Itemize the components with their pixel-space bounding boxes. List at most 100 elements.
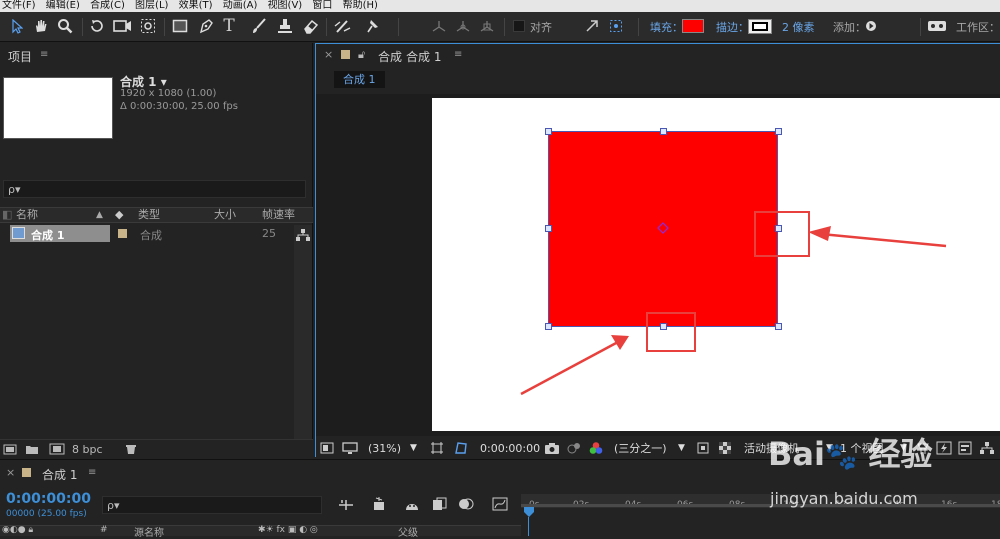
composition-icon bbox=[12, 227, 25, 239]
brush-tool-icon[interactable] bbox=[250, 16, 268, 36]
comp-panel-menu-icon[interactable]: ≡ bbox=[454, 49, 464, 60]
project-tab-label[interactable]: 项目 bbox=[8, 48, 32, 65]
menu-help[interactable]: 帮助(H) bbox=[343, 1, 378, 12]
rectangle-tool-icon[interactable] bbox=[170, 16, 190, 36]
menu-window[interactable]: 窗口 bbox=[312, 1, 332, 12]
new-composition-icon[interactable] bbox=[48, 442, 66, 456]
pen-tool-icon[interactable] bbox=[196, 16, 216, 36]
col-size-header[interactable]: 大小 bbox=[214, 208, 236, 222]
menu-animation[interactable]: 动画(A) bbox=[223, 1, 258, 12]
menu-layer[interactable]: 图层(L) bbox=[135, 1, 168, 12]
frame-blending-icon[interactable] bbox=[432, 497, 448, 514]
zoom-dropdown-icon[interactable]: ▼ bbox=[410, 440, 417, 456]
composition-panel: × 🔓︎ 合成 合成 1 ≡ 合成 1 (31%) ▼ 0:00:00:00 (… bbox=[315, 43, 1000, 458]
timeline-menu-icon[interactable]: ≡ bbox=[88, 467, 98, 478]
workspace-label[interactable]: 工作区： bbox=[956, 19, 1000, 35]
snap-arrow-icon[interactable] bbox=[584, 16, 600, 36]
always-preview-icon[interactable] bbox=[320, 440, 334, 456]
new-folder-icon[interactable] bbox=[24, 442, 40, 456]
close-panel-icon[interactable]: × bbox=[324, 48, 333, 61]
stroke-width-value[interactable]: 2 像素 bbox=[782, 19, 815, 35]
shy-layers-icon[interactable] bbox=[404, 498, 420, 515]
roto-brush-tool-icon[interactable] bbox=[332, 16, 354, 36]
pan-behind-tool-icon[interactable] bbox=[138, 16, 158, 36]
transparency-grid-icon[interactable] bbox=[718, 440, 732, 456]
text-tool-icon[interactable]: T bbox=[220, 16, 238, 36]
axis-local-icon[interactable] bbox=[430, 16, 448, 36]
bbox-handle-top-right[interactable] bbox=[775, 128, 782, 135]
menu-edit[interactable]: 编辑(E) bbox=[46, 1, 80, 12]
resolution-dropdown[interactable]: (三分之一) bbox=[614, 440, 667, 456]
stroke-color-swatch[interactable] bbox=[748, 19, 772, 34]
comp-mini-flowchart-icon[interactable] bbox=[338, 498, 354, 515]
composition-viewer[interactable] bbox=[316, 94, 1000, 439]
col-name-header[interactable]: 名称 bbox=[16, 208, 38, 222]
align-checkbox[interactable] bbox=[512, 16, 526, 36]
comp-timecode[interactable]: 0:00:00:00 bbox=[480, 440, 540, 456]
grid-guides-icon[interactable] bbox=[430, 440, 444, 456]
col-type-header[interactable]: 类型 bbox=[138, 208, 160, 222]
parent-header[interactable]: 父级 bbox=[398, 524, 418, 539]
project-scrollbar[interactable] bbox=[294, 225, 312, 441]
comp-tab-name[interactable]: 合成 1 bbox=[406, 48, 441, 65]
comp-color-swatch bbox=[341, 50, 350, 59]
interpret-footage-icon[interactable] bbox=[2, 442, 18, 456]
snap-target-icon[interactable] bbox=[608, 16, 624, 36]
fill-color-swatch[interactable] bbox=[682, 19, 704, 33]
sort-arrow-icon[interactable]: ▲ bbox=[96, 208, 103, 222]
comp-resolution-text: 1920 x 1080 (1.00) bbox=[120, 88, 217, 99]
show-snapshot-icon[interactable] bbox=[566, 440, 582, 456]
menu-view[interactable]: 视图(V) bbox=[268, 1, 303, 12]
source-name-header[interactable]: 源名称 bbox=[134, 524, 164, 539]
project-panel: 项目 ≡ 合成 1 ▾ 1920 x 1080 (1.00) Δ 0:00:30… bbox=[0, 43, 313, 457]
clone-stamp-tool-icon[interactable] bbox=[276, 16, 294, 36]
col-fps-header[interactable]: 帧速率 bbox=[262, 208, 295, 222]
timeline-timecode[interactable]: 0:00:00:00 bbox=[6, 491, 91, 507]
trash-icon[interactable] bbox=[124, 442, 138, 456]
project-search-input[interactable]: ρ▾ bbox=[3, 180, 306, 198]
comp-subtab[interactable]: 合成 1 bbox=[334, 71, 385, 88]
menu-file[interactable]: 文件(F) bbox=[2, 1, 36, 12]
comp-tab-label[interactable]: 合成 bbox=[378, 48, 402, 65]
axis-view-icon[interactable] bbox=[478, 16, 496, 36]
region-of-interest-icon[interactable] bbox=[696, 440, 710, 456]
row-type: 合成 bbox=[140, 229, 162, 242]
camera-tool-icon[interactable] bbox=[112, 16, 134, 36]
rotate-tool-icon[interactable] bbox=[88, 16, 106, 36]
draft-3d-icon[interactable] bbox=[370, 496, 388, 515]
axis-world-icon[interactable] bbox=[454, 16, 472, 36]
resolution-dropdown-icon[interactable]: ▼ bbox=[678, 440, 685, 456]
zoom-level[interactable]: (31%) bbox=[368, 440, 401, 456]
lock-icon[interactable]: 🔓︎ bbox=[358, 48, 365, 62]
mask-visibility-icon[interactable] bbox=[454, 440, 468, 456]
workspace-icon[interactable] bbox=[926, 16, 948, 36]
playhead-icon[interactable] bbox=[523, 506, 535, 520]
menu-effect[interactable]: 效果(T) bbox=[179, 1, 213, 12]
panel-menu-icon[interactable]: ≡ bbox=[40, 49, 50, 60]
table-row[interactable]: 合成 1 合成 25 bbox=[0, 225, 293, 242]
add-menu-icon[interactable] bbox=[864, 16, 878, 36]
bbox-handle-top[interactable] bbox=[660, 128, 667, 135]
baidu-logo: Bai🐾 经验 bbox=[768, 435, 933, 473]
fill-label: 填充： bbox=[650, 21, 683, 34]
graph-editor-icon[interactable] bbox=[492, 497, 508, 514]
puppet-pin-tool-icon[interactable] bbox=[362, 16, 384, 36]
hand-tool-icon[interactable] bbox=[32, 16, 50, 36]
motion-blur-icon[interactable] bbox=[458, 497, 474, 514]
timeline-search-input[interactable]: ρ▾ bbox=[102, 496, 322, 514]
align-label: 对齐 bbox=[530, 21, 552, 34]
selection-tool-icon[interactable] bbox=[8, 16, 26, 36]
label-color-swatch[interactable] bbox=[118, 229, 127, 238]
zoom-tool-icon[interactable] bbox=[56, 16, 74, 36]
color-channels-icon[interactable] bbox=[588, 440, 604, 456]
label-tag-icon[interactable]: ◆ bbox=[115, 208, 123, 222]
bpc-button[interactable]: 8 bpc bbox=[72, 442, 103, 456]
bbox-handle-top-left[interactable] bbox=[545, 128, 552, 135]
eraser-tool-icon[interactable] bbox=[302, 16, 320, 36]
timeline-tab-label[interactable]: 合成 1 bbox=[42, 466, 77, 483]
row-fps: 25 bbox=[262, 227, 276, 240]
close-timeline-icon[interactable]: × bbox=[6, 466, 15, 479]
snapshot-icon[interactable] bbox=[544, 440, 560, 456]
menu-composition[interactable]: 合成(C) bbox=[90, 1, 125, 12]
monitor-icon[interactable] bbox=[342, 440, 358, 456]
